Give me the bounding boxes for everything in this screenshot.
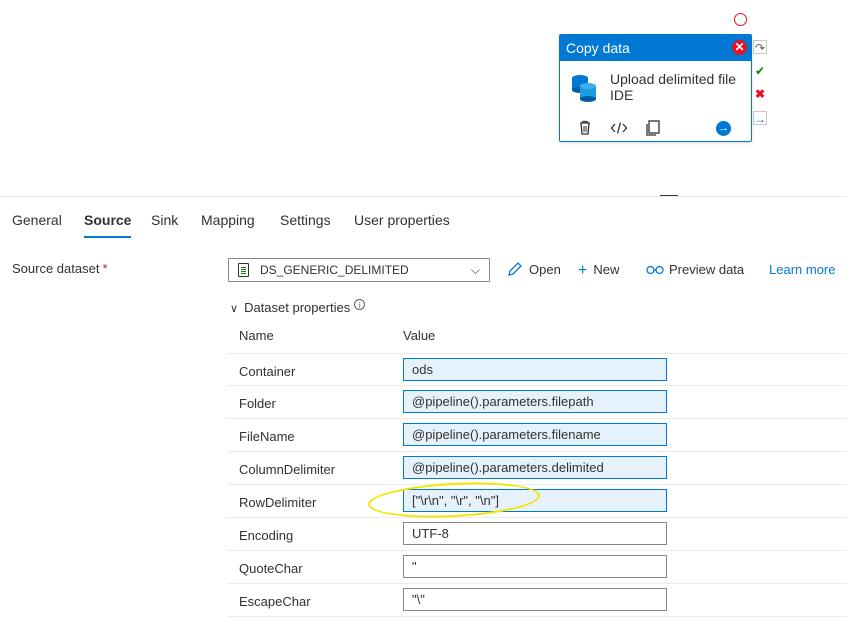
- tab-source[interactable]: Source: [84, 205, 132, 238]
- activity-body: Upload delimited file IDE: [560, 61, 751, 111]
- property-name: EscapeChar: [239, 594, 311, 609]
- code-icon[interactable]: [610, 119, 628, 137]
- database-icon: [572, 75, 596, 102]
- tab-user-properties[interactable]: User properties: [354, 205, 450, 235]
- tab-mapping[interactable]: Mapping: [201, 205, 255, 235]
- filename-value-field[interactable]: @pipeline().parameters.filename: [403, 423, 667, 446]
- folder-value-field[interactable]: @pipeline().parameters.filepath: [403, 390, 667, 413]
- activity-type-label: Copy data: [566, 40, 630, 56]
- tab-sink[interactable]: Sink: [151, 205, 178, 235]
- pipeline-canvas[interactable]: Copy data ✕ Upload delimited file IDE → …: [0, 0, 847, 197]
- required-mark: *: [102, 261, 108, 276]
- success-check-icon[interactable]: ✔: [753, 64, 767, 78]
- tab-general[interactable]: General: [12, 205, 62, 235]
- activity-name: Upload delimited file IDE: [610, 71, 737, 103]
- property-name: Container: [239, 364, 296, 379]
- table-row: Folder @pipeline().parameters.filepath: [227, 386, 847, 419]
- dataset-file-icon: [238, 263, 249, 277]
- properties-tabs: General Source Sink Mapping Settings Use…: [0, 205, 847, 239]
- delete-icon[interactable]: [576, 119, 594, 137]
- container-value-field[interactable]: ods: [403, 358, 667, 381]
- table-row: FileName @pipeline().parameters.filename: [227, 419, 847, 452]
- table-row: Encoding UTF-8: [227, 518, 847, 551]
- error-indicator-icon[interactable]: [734, 13, 747, 26]
- quote-char-value-field[interactable]: ": [403, 555, 667, 578]
- column-header-name: Name: [239, 328, 274, 343]
- go-arrow-icon[interactable]: →: [716, 121, 731, 136]
- preview-data-button[interactable]: Preview data: [646, 260, 744, 280]
- edit-pencil-icon: [508, 262, 522, 276]
- copy-data-activity[interactable]: Copy data ✕ Upload delimited file IDE →: [559, 34, 752, 142]
- learn-more-link[interactable]: Learn more: [769, 262, 835, 277]
- table-row: Container ods: [227, 353, 847, 386]
- column-delimiter-value-field[interactable]: @pipeline().parameters.delimited: [403, 456, 667, 479]
- tab-settings[interactable]: Settings: [280, 205, 331, 235]
- glasses-icon: [646, 265, 664, 275]
- table-row: EscapeChar "\": [227, 584, 847, 617]
- source-dataset-dropdown[interactable]: DS_GENERIC_DELIMITED ⌵: [228, 258, 490, 282]
- chevron-down-icon: ⌵: [470, 263, 480, 277]
- completion-arrow-icon[interactable]: →: [753, 111, 767, 126]
- info-icon[interactable]: i: [354, 299, 366, 310]
- table-row: ColumnDelimiter @pipeline().parameters.d…: [227, 452, 847, 485]
- property-name: ColumnDelimiter: [239, 462, 336, 477]
- dataset-properties-toggle[interactable]: ∨ Dataset properties i: [230, 299, 366, 315]
- property-name: Folder: [239, 396, 276, 411]
- property-name: RowDelimiter: [239, 495, 317, 510]
- property-name: Encoding: [239, 528, 294, 543]
- activity-actions: →: [560, 119, 751, 139]
- source-dataset-value: DS_GENERIC_DELIMITED: [260, 263, 409, 277]
- redo-icon[interactable]: ↷: [753, 40, 767, 55]
- table-row: RowDelimiter ["\r\n", "\r", "\n"]: [227, 485, 847, 518]
- encoding-value-field[interactable]: UTF-8: [403, 522, 667, 545]
- failure-x-icon[interactable]: ✖: [753, 87, 767, 101]
- copy-icon[interactable]: [644, 119, 662, 137]
- open-dataset-button[interactable]: Open: [507, 260, 561, 280]
- plus-icon: +: [578, 262, 588, 279]
- activity-header: Copy data ✕: [560, 35, 751, 61]
- source-dataset-label: Source dataset *: [12, 261, 108, 276]
- panel-divider: [0, 196, 847, 197]
- escape-char-value-field[interactable]: "\": [403, 588, 667, 611]
- column-header-value: Value: [403, 328, 436, 343]
- new-dataset-button[interactable]: + New: [578, 260, 619, 281]
- property-name: QuoteChar: [239, 561, 303, 576]
- table-row: QuoteChar ": [227, 551, 847, 584]
- property-name: FileName: [239, 429, 295, 444]
- close-icon[interactable]: ✕: [732, 40, 747, 55]
- chevron-down-icon: ∨: [230, 303, 239, 315]
